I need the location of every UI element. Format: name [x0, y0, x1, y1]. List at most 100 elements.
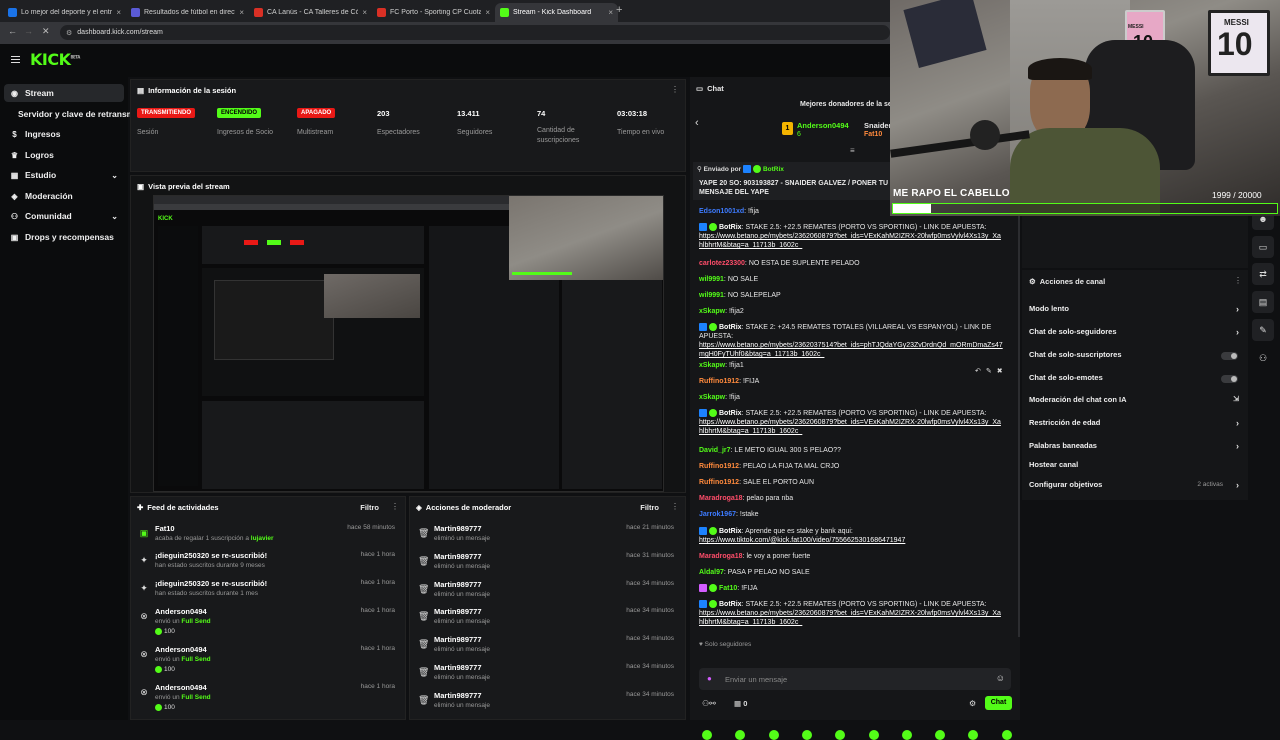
sidebar-item-6[interactable]: ◈ Moderación [4, 187, 124, 205]
chat-input[interactable]: ● Enviar un mensaje ☺ [699, 668, 1011, 690]
sidebar-item-4[interactable]: ♛ Logros [4, 146, 124, 164]
feed-filter-button[interactable]: Filtro [360, 503, 379, 512]
site-info-icon[interactable]: ⚙ [66, 29, 72, 37]
menu-icon[interactable] [11, 56, 20, 63]
mod-filter-button[interactable]: Filtro [640, 503, 659, 512]
channel-action-item[interactable]: Modo lento › [1029, 304, 1241, 318]
gift-icon[interactable]: ▦ [734, 699, 741, 708]
chat-username[interactable]: BotRix [719, 410, 742, 417]
send-chat-button[interactable]: Chat [985, 696, 1012, 710]
mod-item-name[interactable]: Martin989777 [434, 524, 482, 533]
chat-username[interactable]: carlotez23300 [699, 260, 745, 267]
toggle-switch[interactable] [1221, 375, 1238, 383]
stream-preview-video[interactable]: KICK [153, 195, 664, 492]
sidebar-item-3[interactable]: $ Ingresos [4, 125, 124, 143]
mod-options-icon[interactable]: ⋮ [671, 502, 679, 511]
close-tab-icon[interactable]: × [362, 8, 367, 17]
feed-item-name[interactable]: Anderson0494 [155, 607, 207, 616]
emote-icon[interactable] [735, 730, 746, 740]
close-tab-icon[interactable]: × [116, 8, 121, 17]
mod-item-name[interactable]: Martin989777 [434, 635, 482, 644]
chat-username[interactable]: Maradroga18 [699, 553, 743, 560]
delete-icon[interactable]: ✖ [997, 367, 1003, 375]
donor-name[interactable]: Anderson0494 [797, 121, 849, 130]
settings-icon[interactable]: ⚙ [969, 699, 976, 708]
chat-username[interactable]: Ruffino1912 [699, 378, 739, 385]
toggle-switch[interactable] [1221, 352, 1238, 360]
emote-icon[interactable] [968, 730, 979, 740]
channel-action-item[interactable]: Palabras baneadas › [1029, 441, 1241, 455]
chat-link[interactable]: https://www.betano.pe/mybets/2362060879?… [699, 419, 1001, 435]
channel-action-item[interactable]: Chat de solo-suscriptores [1029, 350, 1241, 364]
browser-tab[interactable]: Lo mejor del deporte y el entre × [3, 3, 126, 22]
chevron-down-icon[interactable]: ⌄ [111, 212, 118, 221]
feed-item-name[interactable]: ¡dieguin250320 se re-suscribió! [155, 551, 267, 560]
sidebar-item-8[interactable]: ▣ Drops y recompensas [4, 228, 124, 246]
chat-username[interactable]: xSkapw [699, 362, 725, 369]
back-icon[interactable]: ← [8, 26, 17, 36]
channel-action-item[interactable]: Moderación del chat con IA ⇲ [1029, 395, 1241, 409]
chat-username[interactable]: Maradroga18 [699, 495, 743, 502]
new-tab-button[interactable]: + [616, 4, 622, 16]
chat-link[interactable]: https://www.betano.pe/mybets/2362060879?… [699, 610, 1001, 626]
chat-username[interactable]: David_jr7 [699, 447, 731, 454]
mod-item-name[interactable]: Martin989777 [434, 580, 482, 589]
sidebar-item-2[interactable]: Servidor y clave de retransmisión [4, 105, 154, 123]
feed-item-name[interactable]: Anderson0494 [155, 683, 207, 692]
channel-action-item[interactable]: Hostear canal [1029, 460, 1241, 474]
dock-chat-icon[interactable]: ▭ [1252, 236, 1274, 258]
emote-icon[interactable] [901, 730, 912, 740]
emoji-icon[interactable]: ☺ [996, 673, 1005, 683]
channel-action-item[interactable]: Chat de solo-emotes [1029, 373, 1241, 387]
chat-username[interactable]: Fat10 [719, 585, 737, 592]
chevron-down-icon[interactable]: ⌄ [111, 171, 118, 180]
sidebar-item-5[interactable]: ▦ Estudio ⌄ [4, 166, 124, 184]
chat-username[interactable]: BotRix [719, 224, 742, 231]
close-tab-icon[interactable]: × [608, 8, 613, 17]
chat-username[interactable]: Ruffino1912 [699, 479, 739, 486]
sidebar-item-7[interactable]: ⚇ Comunidad ⌄ [4, 207, 124, 225]
browser-tab[interactable]: Stream - Kick Dashboard × [495, 3, 618, 22]
chat-link[interactable]: https://www.tiktok.com/@kick.fat100/vide… [699, 537, 905, 544]
chat-username[interactable]: Ruffino1912 [699, 463, 739, 470]
prev-donor-icon[interactable]: ‹ [695, 117, 699, 129]
chat-username[interactable]: Edson1001xd [699, 208, 744, 215]
dock-wrench-icon[interactable]: ✎ [1252, 319, 1274, 341]
chat-username[interactable]: Jarrok1967 [699, 511, 736, 518]
chat-username[interactable]: Aldal97 [699, 569, 724, 576]
users-icon[interactable]: ⚇⚯ [702, 699, 716, 708]
browser-tab[interactable]: CA Lanús - CA Talleres de Córd × [249, 3, 372, 22]
emote-icon[interactable] [935, 730, 946, 740]
reply-icon[interactable]: ↶ [975, 367, 981, 375]
feed-options-icon[interactable]: ⋮ [391, 502, 399, 511]
chat-username[interactable]: BotRix [719, 528, 742, 535]
browser-tab[interactable]: FC Porto - Sporting CP Cuotas × [372, 3, 495, 22]
dock-link-icon[interactable]: ⇄ [1252, 263, 1274, 285]
mic-icon[interactable]: ● [707, 674, 712, 683]
emote-icon[interactable] [768, 730, 779, 740]
dock-people-icon[interactable]: ⚇ [1252, 347, 1274, 369]
donor-name[interactable]: Fat10 [864, 131, 882, 138]
emote-icon[interactable] [835, 730, 846, 740]
emote-icon[interactable] [801, 730, 812, 740]
chat-username[interactable]: xSkapw [699, 308, 725, 315]
mod-item-name[interactable]: Martin989777 [434, 552, 482, 561]
chat-username[interactable]: BotRix [719, 324, 742, 331]
feed-item-name[interactable]: Fat10 [155, 524, 175, 533]
chat-username[interactable]: wil9991 [699, 276, 724, 283]
browser-tab[interactable]: Resultados de fútbol en direct × [126, 3, 249, 22]
forward-icon[interactable]: → [24, 26, 33, 36]
channel-action-item[interactable]: Configurar objetivos › 2 activas [1029, 480, 1241, 494]
channel-action-item[interactable]: Restricción de edad › [1029, 418, 1241, 432]
emote-icon[interactable] [868, 730, 879, 740]
session-options-icon[interactable]: ⋮ [671, 85, 679, 94]
chat-username[interactable]: xSkapw [699, 394, 725, 401]
chat-link[interactable]: https://www.betano.pe/mybets/2362060879?… [699, 233, 1001, 249]
pin-toggle-icon[interactable]: ≡ [850, 146, 855, 155]
mod-item-name[interactable]: Martin989777 [434, 691, 482, 700]
kick-logo[interactable]: KICKBETA [30, 50, 80, 69]
chat-scrollbar[interactable] [1018, 207, 1020, 637]
donor-name[interactable]: Snaider [864, 121, 892, 130]
emote-icon[interactable] [702, 730, 712, 740]
address-bar[interactable]: ⚙ dashboard.kick.com/stream [60, 25, 890, 40]
